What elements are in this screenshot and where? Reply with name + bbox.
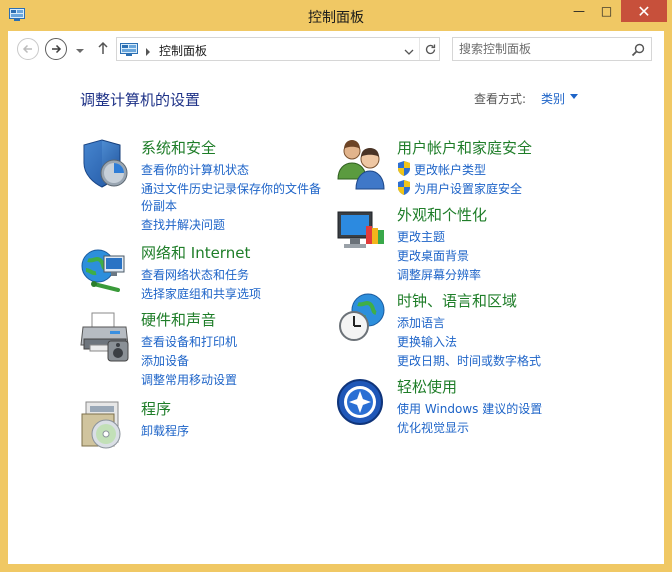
- up-button[interactable]: [96, 40, 110, 56]
- programs-disc-icon[interactable]: [80, 400, 132, 452]
- view-by-dropdown[interactable]: 类别: [541, 90, 565, 107]
- link-change-theme[interactable]: 更改主题: [397, 228, 445, 245]
- control-panel-window: 控制面板 — □ ✕ 控制面板 搜索控制面板 调整计算机的设置 查看方式: 类别…: [0, 0, 672, 572]
- users-icon[interactable]: [336, 139, 388, 191]
- network-globe-icon[interactable]: [80, 244, 132, 296]
- category-title-clock-region[interactable]: 时钟、语言和区域: [397, 290, 517, 311]
- category-title-ease-of-access[interactable]: 轻松使用: [397, 376, 457, 397]
- link-mobility-settings[interactable]: 调整常用移动设置: [141, 371, 237, 388]
- arrow-right-icon: [52, 44, 62, 54]
- category-title-network-internet[interactable]: 网络和 Internet: [141, 242, 250, 263]
- maximize-button[interactable]: □: [593, 0, 620, 22]
- link-devices-printers[interactable]: 查看设备和打印机: [141, 333, 237, 350]
- page-title: 调整计算机的设置: [80, 91, 201, 109]
- refresh-button[interactable]: [419, 38, 440, 60]
- recent-locations-button[interactable]: [75, 42, 85, 54]
- address-bar[interactable]: 控制面板: [116, 37, 440, 61]
- title-bar[interactable]: 控制面板 — □ ✕: [0, 0, 672, 30]
- forward-button[interactable]: [45, 38, 67, 60]
- arrow-up-icon: [98, 41, 108, 54]
- breadcrumb-control-panel[interactable]: 控制面板: [159, 42, 207, 59]
- link-file-history-backup[interactable]: 通过文件历史记录保存你的文件备: [141, 180, 321, 197]
- link-file-history-backup-cont[interactable]: 份副本: [141, 197, 177, 214]
- uac-shield-icon: [397, 180, 411, 195]
- link-network-status[interactable]: 查看网络状态和任务: [141, 266, 249, 283]
- monitor-palette-icon[interactable]: [336, 206, 388, 258]
- search-input[interactable]: [453, 38, 629, 60]
- category-title-system-security[interactable]: 系统和安全: [141, 137, 216, 158]
- search-box[interactable]: [452, 37, 652, 61]
- chevron-down-icon[interactable]: [570, 94, 578, 100]
- link-add-device[interactable]: 添加设备: [141, 352, 189, 369]
- link-troubleshoot[interactable]: 查找并解决问题: [141, 216, 225, 233]
- close-button[interactable]: ✕: [621, 0, 667, 22]
- chevron-down-icon: [404, 49, 414, 55]
- category-title-programs[interactable]: 程序: [141, 398, 171, 419]
- control-panel-icon: [120, 42, 138, 56]
- clock-globe-icon[interactable]: [336, 292, 388, 344]
- search-icon[interactable]: [631, 42, 645, 57]
- chevron-down-icon: [76, 49, 84, 53]
- printer-icon[interactable]: [80, 311, 132, 363]
- link-recommended-settings[interactable]: 使用 Windows 建议的设置: [397, 400, 542, 417]
- category-title-user-accounts[interactable]: 用户帐户和家庭安全: [397, 137, 532, 158]
- ease-of-access-icon[interactable]: [336, 378, 388, 430]
- link-homegroup-sharing[interactable]: 选择家庭组和共享选项: [141, 285, 261, 302]
- breadcrumb-chevron-icon[interactable]: [144, 43, 152, 56]
- category-title-hardware-sound[interactable]: 硬件和声音: [141, 309, 216, 330]
- link-change-account-type[interactable]: 更改帐户类型: [414, 161, 486, 178]
- link-desktop-background[interactable]: 更改桌面背景: [397, 247, 469, 264]
- uac-shield-icon: [397, 161, 411, 176]
- client-area: 控制面板 调整计算机的设置 查看方式: 类别: [8, 31, 664, 564]
- back-button[interactable]: [17, 38, 39, 60]
- address-dropdown-button[interactable]: [403, 43, 415, 55]
- link-check-computer-status[interactable]: 查看你的计算机状态: [141, 161, 249, 178]
- refresh-icon: [425, 44, 435, 54]
- link-add-language[interactable]: 添加语言: [397, 314, 445, 331]
- navigation-bar: 控制面板: [8, 31, 664, 67]
- link-date-time-format[interactable]: 更改日期、时间或数字格式: [397, 352, 541, 369]
- link-family-safety[interactable]: 为用户设置家庭安全: [414, 180, 522, 197]
- arrow-left-icon: [22, 44, 32, 54]
- link-change-input-method[interactable]: 更换输入法: [397, 333, 457, 350]
- link-screen-resolution[interactable]: 调整屏幕分辨率: [397, 266, 481, 283]
- view-by-label: 查看方式:: [474, 92, 527, 106]
- minimize-button[interactable]: —: [565, 0, 593, 22]
- shield-icon[interactable]: [80, 139, 132, 191]
- link-uninstall-program[interactable]: 卸载程序: [141, 422, 189, 439]
- link-optimize-visual-display[interactable]: 优化视觉显示: [397, 419, 469, 436]
- category-title-appearance[interactable]: 外观和个性化: [397, 204, 487, 225]
